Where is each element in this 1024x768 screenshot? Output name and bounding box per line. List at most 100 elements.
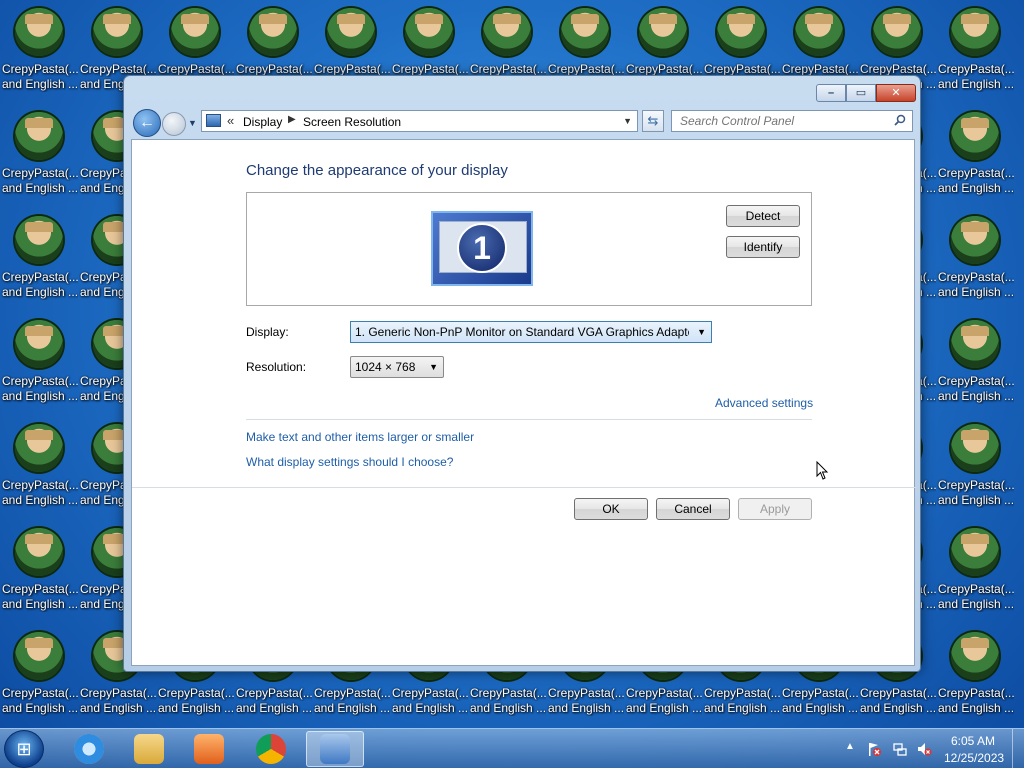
action-center-flag-icon[interactable] [866,741,882,757]
desktop-shortcut-label: CrepyPasta(... [704,686,780,700]
desktop-shortcut[interactable]: CrepyPasta(...and English ... [0,312,78,416]
display-settings-help-link[interactable]: What display settings should I choose? [246,455,453,469]
desktop-shortcut-label: CrepyPasta(... [938,582,1014,596]
chevron-down-icon: ▼ [697,327,706,337]
desktop-shortcut[interactable]: CrepyPasta(...and English ... [0,520,78,624]
resolution-select[interactable]: 1024 × 768 ▼ [350,356,444,378]
desktop-shortcut-label: and English ... [158,701,234,715]
desktop-shortcut[interactable]: CrepyPasta(...and English ... [0,208,78,312]
ok-button[interactable]: OK [574,498,648,520]
desktop-shortcut-label: and English ... [548,701,624,715]
desktop-shortcut[interactable]: CrepyPasta(...and English ... [936,624,1014,728]
desktop-shortcut-label: CrepyPasta(... [938,270,1014,284]
back-button[interactable]: ← [133,109,161,137]
desktop-shortcut[interactable]: CrepyPasta(...and English ... [0,104,78,208]
desktop-shortcut-label: and English ... [2,493,78,507]
taskbar-media-player[interactable] [182,731,236,767]
network-icon[interactable] [892,741,908,757]
breadcrumb-arrow-icon[interactable]: ▶ [288,114,296,125]
address-dropdown-icon[interactable]: ▼ [623,116,632,126]
desktop-shortcut[interactable]: CrepyPasta(...and English ... [936,0,1014,104]
breadcrumb-display[interactable]: Display [243,115,282,129]
refresh-button[interactable]: ⇆ [642,110,664,132]
desktop-shortcut-label: and English ... [470,701,546,715]
desktop-shortcut-label: and English ... [2,597,78,611]
minimize-icon: – [827,87,835,99]
media-player-icon [194,734,224,764]
desktop-shortcut[interactable]: CrepyPasta(...and English ... [936,520,1014,624]
show-hidden-icons-button[interactable]: ▲ [845,741,855,752]
crepypasta-shortcut-icon [15,112,63,160]
search-box[interactable] [671,110,913,132]
minimize-button[interactable]: – [816,84,846,102]
crepypasta-shortcut-icon [951,216,999,264]
desktop-shortcut-label: and English ... [938,389,1014,403]
crepypasta-shortcut-icon [561,8,609,56]
identify-button[interactable]: Identify [726,236,800,258]
divider [132,487,916,488]
monitor-preview-area: 1 Detect Identify [246,192,812,306]
desktop-shortcut[interactable]: CrepyPasta(...and English ... [936,312,1014,416]
desktop-shortcut-label: and English ... [2,701,78,715]
taskbar-internet-explorer[interactable] [62,731,116,767]
monitor-number-badge: 1 [457,223,507,273]
desktop-shortcut[interactable]: CrepyPasta(...and English ... [936,104,1014,208]
close-button[interactable]: ✕ [876,84,916,102]
desktop-shortcut-label: and English ... [938,597,1014,611]
search-icon[interactable] [894,114,906,126]
desktop-shortcut-label: CrepyPasta(... [938,166,1014,180]
maximize-button[interactable]: ▭ [846,84,876,102]
breadcrumb-overflow[interactable]: « [227,113,234,128]
clock-time[interactable]: 6:05 AM [950,734,996,748]
mouse-cursor-icon [816,461,829,480]
desktop-shortcut-label: CrepyPasta(... [782,686,858,700]
windows-logo-icon: ⊞ [16,739,32,759]
cancel-button[interactable]: Cancel [656,498,730,520]
desktop-shortcut[interactable]: CrepyPasta(...and English ... [0,624,78,728]
crepypasta-shortcut-icon [171,8,219,56]
detect-button[interactable]: Detect [726,205,800,227]
crepypasta-shortcut-icon [93,8,141,56]
monitor-thumbnail[interactable]: 1 [431,211,533,286]
desktop-shortcut[interactable]: CrepyPasta(...and English ... [0,0,78,104]
taskbar-file-explorer[interactable] [122,731,176,767]
taskbar-control-panel[interactable] [306,731,364,767]
desktop-shortcut-label: and English ... [938,181,1014,195]
address-bar[interactable]: « Display ▶ Screen Resolution ▼ [201,110,638,132]
desktop-shortcut-label: and English ... [2,389,78,403]
crepypasta-shortcut-icon [951,632,999,680]
desktop-shortcut-label: and English ... [704,701,780,715]
desktop-shortcut[interactable]: CrepyPasta(...and English ... [936,208,1014,312]
search-input[interactable] [672,111,882,131]
clock-date[interactable]: 12/25/2023 [944,751,1004,765]
display-select[interactable]: 1. Generic Non-PnP Monitor on Standard V… [350,321,712,343]
forward-button[interactable]: → [162,112,186,136]
taskbar-chrome[interactable] [244,731,298,767]
crepypasta-shortcut-icon [951,112,999,160]
crepypasta-shortcut-icon [15,320,63,368]
advanced-settings-link[interactable]: Advanced settings [715,396,813,410]
larger-text-link[interactable]: Make text and other items larger or smal… [246,430,474,444]
start-button[interactable]: ⊞ [4,730,44,768]
apply-button[interactable]: Apply [738,498,812,520]
breadcrumb-screen-resolution[interactable]: Screen Resolution [303,115,401,129]
desktop-shortcut-label: CrepyPasta(... [938,686,1014,700]
desktop-shortcut-label: CrepyPasta(... [548,686,624,700]
volume-muted-icon[interactable] [916,741,932,757]
recent-pages-dropdown[interactable]: ▼ [188,118,197,128]
folder-icon [134,734,164,764]
show-desktop-button[interactable] [1012,729,1024,768]
crepypasta-shortcut-icon [795,8,843,56]
resolution-select-value: 1024 × 768 [355,360,416,374]
crepypasta-shortcut-icon [327,8,375,56]
desktop-shortcut-label: CrepyPasta(... [938,374,1014,388]
desktop-shortcut-label: CrepyPasta(... [2,374,78,388]
divider [246,419,812,420]
desktop-shortcut[interactable]: CrepyPasta(...and English ... [0,416,78,520]
crepypasta-shortcut-icon [15,8,63,56]
chevron-down-icon: ▼ [429,362,438,372]
desktop-shortcut[interactable]: CrepyPasta(...and English ... [936,416,1014,520]
desktop-shortcut-label: CrepyPasta(... [158,686,234,700]
internet-explorer-icon [74,734,104,764]
crepypasta-shortcut-icon [873,8,921,56]
